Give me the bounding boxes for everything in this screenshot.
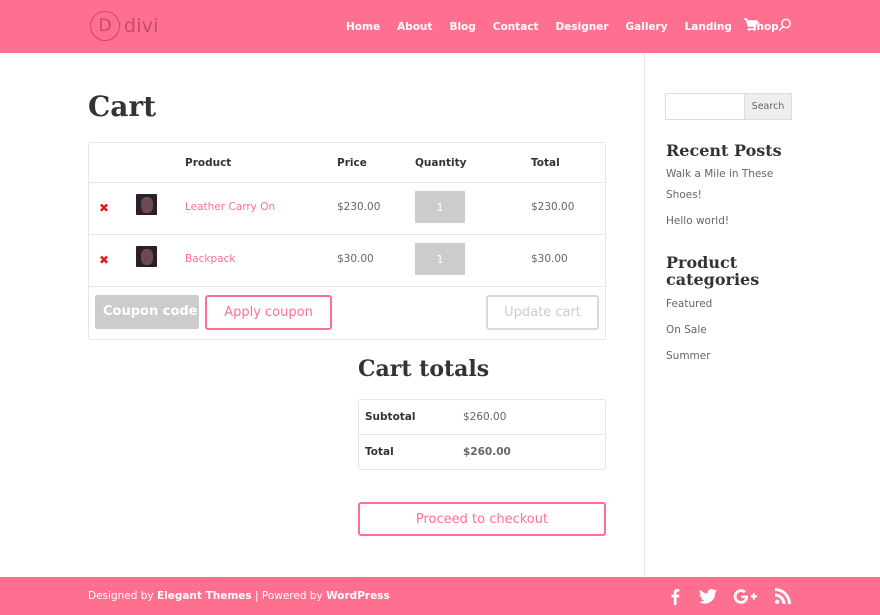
proceed-to-checkout-button[interactable]: Proceed to checkout [358, 502, 606, 536]
total-value: $260.00 [463, 446, 511, 458]
recent-post-link[interactable]: Hello world! [666, 211, 729, 232]
site-header: D divi Home About Blog Contact Designer … [0, 0, 880, 53]
product-price: $30.00 [337, 253, 374, 265]
nav-item-landing[interactable]: Landing [685, 21, 732, 33]
footer-designed-by: Designed by [88, 590, 157, 602]
product-thumbnail[interactable] [136, 194, 157, 215]
nav-item-designer[interactable]: Designer [556, 21, 609, 33]
cart-icon[interactable] [744, 17, 760, 35]
product-categories-title: Product [666, 253, 738, 272]
product-price: $230.00 [337, 201, 381, 213]
cart-totals-title: Cart totals [358, 356, 490, 382]
product-subtotal: $230.00 [531, 201, 575, 213]
elegant-themes-link[interactable]: Elegant Themes [157, 590, 252, 602]
product-subtotal: $30.00 [531, 253, 568, 265]
divider [89, 234, 605, 235]
header-total: Total [531, 157, 560, 169]
recent-posts-title: Recent Posts [666, 141, 782, 160]
twitter-icon[interactable] [698, 587, 718, 605]
remove-item-icon[interactable]: ✖ [99, 201, 109, 215]
page-title: Cart [88, 90, 157, 123]
recent-post-link[interactable]: Shoes! [666, 185, 702, 206]
remove-item-icon[interactable]: ✖ [99, 253, 109, 267]
site-logo[interactable]: D divi [90, 10, 159, 42]
footer-credits: Designed by Elegant Themes | Powered by … [88, 590, 390, 602]
quantity-input[interactable]: 1 [415, 191, 465, 223]
search-icon[interactable] [778, 17, 794, 35]
quantity-input[interactable]: 1 [415, 243, 465, 275]
category-link[interactable]: On Sale [666, 320, 707, 341]
recent-post-link[interactable]: Walk a Mile in These [666, 164, 773, 185]
divider [359, 434, 605, 435]
facebook-icon[interactable] [668, 587, 682, 605]
nav-item-about[interactable]: About [397, 21, 432, 33]
update-cart-button[interactable]: Update cart [486, 295, 599, 330]
cart-totals-table: Subtotal $260.00 Total $260.00 [358, 399, 606, 470]
logo-text: divi [124, 15, 159, 37]
product-name-link[interactable]: Backpack [185, 253, 235, 265]
divider [89, 182, 605, 183]
rss-icon[interactable] [774, 587, 792, 605]
total-label: Total [365, 446, 394, 458]
header-quantity: Quantity [415, 157, 467, 169]
header-price: Price [337, 157, 367, 169]
header-product: Product [185, 157, 232, 169]
category-link[interactable]: Featured [666, 294, 712, 315]
nav-item-blog[interactable]: Blog [449, 21, 475, 33]
sidebar-search-input[interactable] [665, 93, 745, 120]
apply-coupon-button[interactable]: Apply coupon [205, 295, 332, 330]
divider [89, 286, 605, 287]
product-thumbnail[interactable] [136, 246, 157, 267]
cart-table: Product Price Quantity Total ✖ Leather C… [88, 142, 606, 340]
category-link[interactable]: Summer [666, 346, 711, 367]
nav-item-contact[interactable]: Contact [493, 21, 539, 33]
footer-powered-by: | Powered by [251, 590, 327, 602]
coupon-code-input[interactable]: Coupon code [95, 295, 199, 329]
sidebar-divider [644, 53, 645, 577]
product-name-link[interactable]: Leather Carry On [185, 201, 275, 213]
nav-item-home[interactable]: Home [346, 21, 380, 33]
product-categories-title: categories [666, 270, 760, 289]
nav-item-gallery[interactable]: Gallery [626, 21, 668, 33]
subtotal-label: Subtotal [365, 411, 416, 423]
main-nav: Home About Blog Contact Designer Gallery… [346, 0, 796, 53]
site-footer: Designed by Elegant Themes | Powered by … [0, 577, 880, 615]
wordpress-link[interactable]: WordPress [326, 590, 390, 602]
google-plus-icon[interactable] [731, 587, 761, 605]
subtotal-value: $260.00 [463, 411, 507, 423]
logo-mark: D [90, 11, 120, 41]
sidebar-search-button[interactable]: Search [744, 93, 792, 120]
